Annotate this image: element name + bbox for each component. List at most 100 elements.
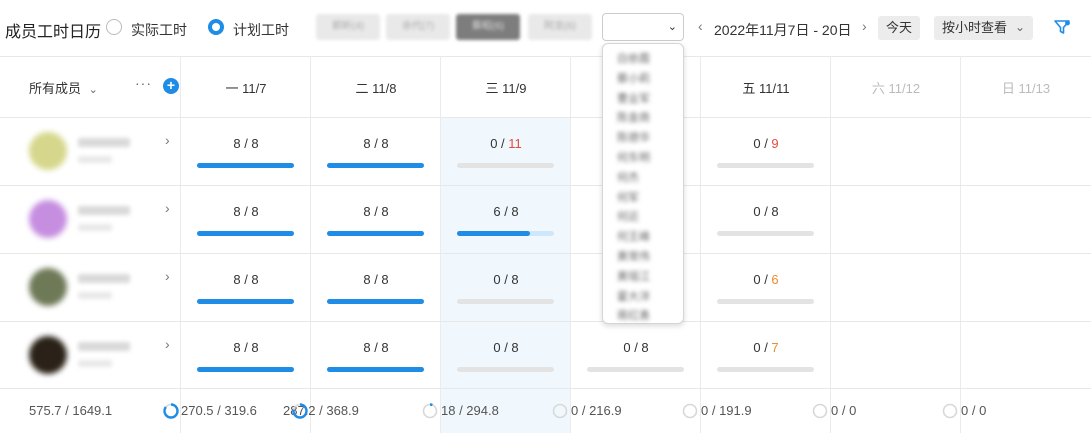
dropdown-option[interactable]: 黄常伟 xyxy=(617,248,650,264)
actual-hours: 8 xyxy=(363,136,371,151)
expand-row-icon[interactable]: › xyxy=(165,200,170,216)
more-icon[interactable]: ··· xyxy=(135,75,152,91)
actual-hours-radio[interactable] xyxy=(106,19,122,35)
prev-range-button[interactable]: ‹ xyxy=(698,18,703,34)
dropdown-option[interactable]: 何军 xyxy=(617,189,639,205)
hours-value: 8 / 8 xyxy=(181,204,311,219)
actual-hours: 8 xyxy=(233,272,241,287)
expand-row-icon[interactable]: › xyxy=(165,268,170,284)
divider xyxy=(0,321,1091,322)
planned-hours: 8 xyxy=(771,204,779,219)
chevron-down-icon: ⌄ xyxy=(1014,20,1026,34)
divider xyxy=(310,56,311,433)
actual-hours: 8 xyxy=(233,136,241,151)
dropdown-option[interactable]: 陈金商 xyxy=(617,109,650,125)
filter-chip[interactable]: 阿龙(6) xyxy=(528,14,592,40)
divider xyxy=(0,56,1091,57)
planned-hours-label[interactable]: 计划工时 xyxy=(233,20,289,40)
avatar xyxy=(29,268,67,306)
actual-hours-label[interactable]: 实际工时 xyxy=(131,20,187,40)
filter-icon[interactable] xyxy=(1053,18,1071,36)
hours-value: 0 / 9 xyxy=(701,136,831,151)
dropdown-option[interactable]: 何东明 xyxy=(617,149,650,165)
planned-hours-radio[interactable] xyxy=(208,19,224,35)
filter-chip-active[interactable]: 蔡昭(6) xyxy=(456,14,520,40)
divider xyxy=(830,56,831,433)
planned-hours: 9 xyxy=(771,136,779,151)
separator: / xyxy=(500,272,512,287)
expand-row-icon[interactable]: › xyxy=(165,336,170,352)
hours-value: 0 / 6 xyxy=(701,272,831,287)
progress-fill xyxy=(197,163,294,168)
progress-bar xyxy=(717,163,814,168)
progress-fill xyxy=(327,367,424,372)
actual-hours: 0 xyxy=(623,340,631,355)
dropdown-option[interactable]: 何杰 xyxy=(617,169,639,185)
member-select[interactable]: ⌄ xyxy=(602,13,684,41)
progress-bar xyxy=(197,163,294,168)
date-range: 2022年11月7日 - 20日 xyxy=(714,22,852,38)
dropdown-option[interactable]: 霍大洋 xyxy=(617,288,650,304)
planned-hours: 11 xyxy=(508,136,522,151)
dropdown-option[interactable]: 何王峰 xyxy=(617,228,650,244)
planned-hours: 8 xyxy=(381,272,389,287)
planned-hours: 8 xyxy=(511,340,519,355)
progress-bar xyxy=(717,299,814,304)
dropdown-option[interactable]: 何近 xyxy=(617,208,639,224)
day-total: 270.5 / 319.6 xyxy=(181,403,257,418)
hours-value: 8 / 8 xyxy=(311,204,441,219)
filter-chip[interactable]: 余代(7) xyxy=(386,14,450,40)
actual-hours: 0 xyxy=(753,204,761,219)
hours-value: 8 / 8 xyxy=(181,272,311,287)
progress-bar xyxy=(327,299,424,304)
day-header-weekend: 日 11/13 xyxy=(1001,81,1051,96)
separator: / xyxy=(630,340,642,355)
today-button[interactable]: 今天 xyxy=(878,16,921,40)
actual-hours: 8 xyxy=(363,272,371,287)
divider xyxy=(570,56,571,433)
divider xyxy=(0,185,1091,186)
view-mode-select[interactable]: 按小时查看 ⌄ xyxy=(934,16,1034,40)
progress-bar xyxy=(327,231,424,236)
chevron-down-icon: ⌄ xyxy=(88,84,98,96)
dropdown-option[interactable]: 黄瑶江 xyxy=(617,268,650,284)
member-name: 何嘉士 xyxy=(78,342,130,351)
progress-fill xyxy=(197,299,294,304)
dropdown-option[interactable]: 陈德华 xyxy=(617,129,650,145)
progress-bar xyxy=(197,299,294,304)
planned-hours: 8 xyxy=(381,204,389,219)
progress-bar xyxy=(457,231,554,236)
dropdown-option[interactable]: 曹业军 xyxy=(617,90,650,106)
member-name: 软晓华 xyxy=(78,274,130,283)
hours-value: 0 / 7 xyxy=(701,340,831,355)
actual-hours: 6 xyxy=(493,204,501,219)
day-header-weekend: 六 11/12 xyxy=(871,81,921,96)
next-range-button[interactable]: › xyxy=(862,18,867,34)
planned-hours: 8 xyxy=(251,136,259,151)
avatar xyxy=(29,200,67,238)
planned-hours: 6 xyxy=(771,272,779,287)
hours-value: 8 / 8 xyxy=(311,136,441,151)
divider xyxy=(440,56,441,433)
expand-row-icon[interactable]: › xyxy=(165,132,170,148)
day-total: 0 / 216.9 xyxy=(571,403,622,418)
divider xyxy=(0,388,1091,389)
actual-hours: 8 xyxy=(233,204,241,219)
progress-bar xyxy=(457,367,554,372)
filter-chip[interactable]: 郭昕(4) xyxy=(316,14,380,40)
hours-value: 0 / 8 xyxy=(571,340,701,355)
add-member-button[interactable]: + xyxy=(163,78,179,94)
dropdown-option[interactable]: 白依霞 xyxy=(617,50,650,66)
all-members-filter[interactable]: 所有成员 ⌄ xyxy=(29,78,98,97)
separator: / xyxy=(500,340,512,355)
separator: / xyxy=(760,272,772,287)
dropdown-option[interactable]: 蔡小莉 xyxy=(617,70,650,86)
total-hours: 575.7 / 1649.1 xyxy=(29,403,113,418)
dropdown-option[interactable]: 蒋红勇 xyxy=(617,307,650,323)
progress-fill xyxy=(327,231,424,236)
actual-hours: 0 xyxy=(493,272,501,287)
progress-fill xyxy=(457,231,530,236)
progress-bar xyxy=(587,367,684,372)
progress-ring-icon xyxy=(552,403,568,419)
actual-hours: 0 xyxy=(753,272,761,287)
